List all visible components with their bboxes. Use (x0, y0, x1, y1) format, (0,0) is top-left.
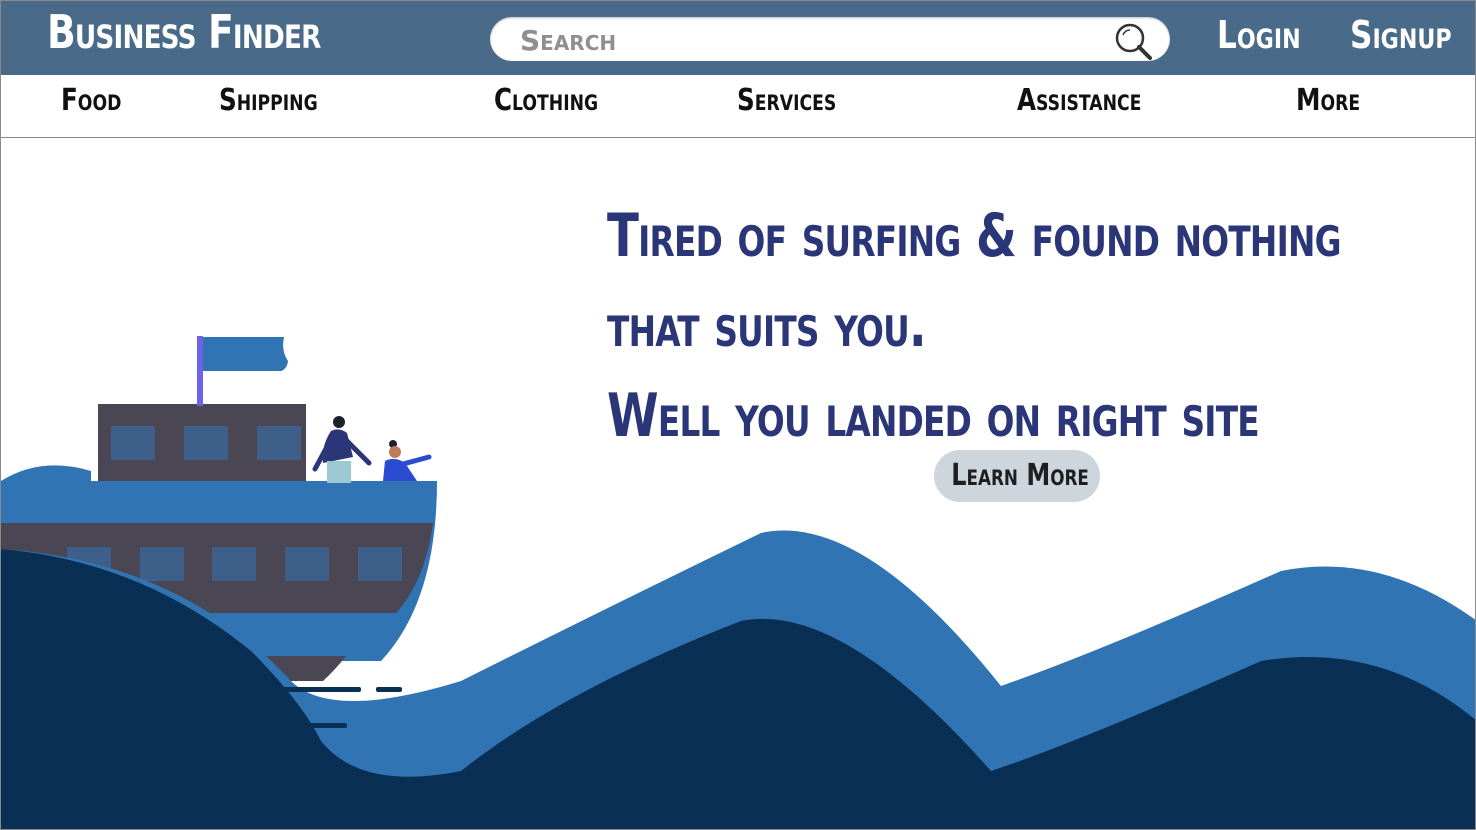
login-link[interactable]: Login (1217, 13, 1301, 57)
flag-pole (197, 336, 203, 406)
cabin-window (184, 426, 228, 460)
hull-window (285, 547, 329, 581)
learn-more-label: Learn More (951, 458, 1089, 493)
hero-line-2: that suits you. (607, 291, 927, 361)
category-clothing[interactable]: Clothing (494, 83, 598, 118)
motion-line (301, 723, 347, 728)
hero-line-3: Well you landed on right site (607, 381, 1260, 451)
search-icon[interactable] (1113, 21, 1153, 61)
motion-line (281, 687, 361, 692)
person-standing (312, 416, 372, 483)
hero-line-1: Tired of surfing & found nothing (607, 201, 1342, 271)
flag (203, 337, 288, 371)
learn-more-button[interactable]: Learn More (934, 450, 1100, 502)
site-logo[interactable]: Business Finder (47, 5, 321, 59)
signup-link[interactable]: Signup (1350, 13, 1452, 57)
category-services[interactable]: Services (737, 83, 836, 118)
hull-window (140, 547, 184, 581)
cabin-window (257, 426, 301, 460)
category-more[interactable]: More (1296, 83, 1360, 118)
category-assistance[interactable]: Assistance (1017, 83, 1141, 118)
hull-window (212, 547, 256, 581)
cabin-window (111, 426, 155, 460)
category-shipping[interactable]: Shipping (219, 83, 318, 118)
hull-window (358, 547, 402, 581)
page-frame: Business Finder Login Signup Food Shippi… (0, 0, 1476, 830)
search-input[interactable] (518, 21, 1112, 59)
motion-line (376, 687, 402, 692)
category-food[interactable]: Food (61, 83, 121, 118)
hero-headline: Tired of surfing & found nothing that su… (607, 191, 1447, 461)
top-navbar: Business Finder Login Signup (1, 1, 1475, 75)
search-bar[interactable] (490, 17, 1170, 61)
person-pointing (383, 440, 432, 481)
